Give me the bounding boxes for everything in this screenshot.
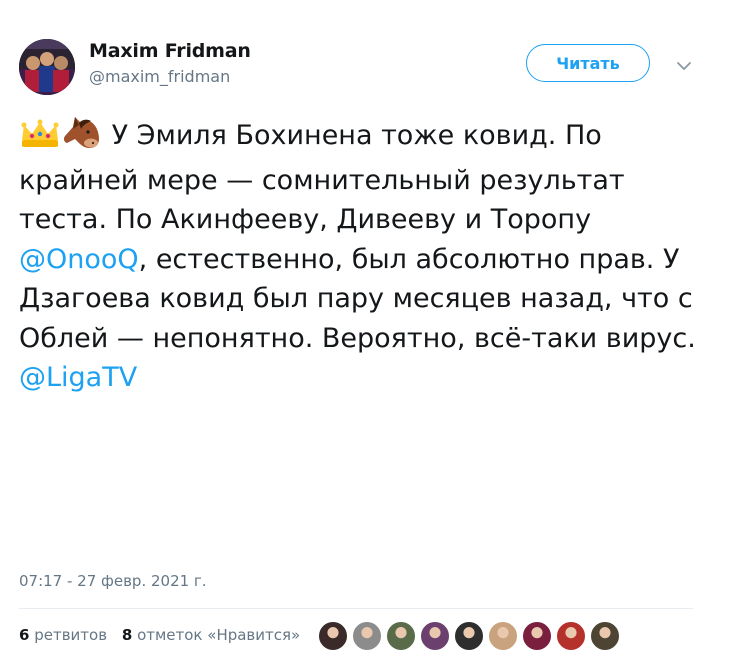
horse-face-emoji bbox=[61, 115, 103, 161]
retweets-label: ретвитов bbox=[34, 626, 108, 644]
liker-avatar[interactable] bbox=[454, 621, 484, 651]
mention-link-ligatv[interactable]: @LigaTV bbox=[19, 362, 137, 393]
author-name[interactable]: Maxim Fridman bbox=[89, 40, 251, 62]
retweets-stat[interactable]: 6 ретвитов bbox=[19, 626, 107, 644]
divider bbox=[19, 608, 693, 609]
tweet-timestamp[interactable]: 07:17 - 27 февр. 2021 г. bbox=[19, 572, 207, 590]
liker-avatar[interactable] bbox=[386, 621, 416, 651]
liker-avatar[interactable] bbox=[590, 621, 620, 651]
liker-avatar[interactable] bbox=[420, 621, 450, 651]
liker-avatar[interactable] bbox=[318, 621, 348, 651]
tweet-stats: 6 ретвитов 8 отметок «Нравится» bbox=[19, 626, 310, 644]
liker-avatar[interactable] bbox=[556, 621, 586, 651]
chevron-down-icon[interactable] bbox=[674, 56, 694, 76]
author-handle[interactable]: @maxim_fridman bbox=[89, 67, 230, 86]
retweets-count: 6 bbox=[19, 626, 30, 644]
likes-label: отметок «Нравится» bbox=[137, 626, 301, 644]
liker-avatar[interactable] bbox=[522, 621, 552, 651]
mention-link-onooq[interactable]: @OnooQ bbox=[19, 244, 139, 275]
author-avatar[interactable] bbox=[19, 39, 75, 95]
avatar-image bbox=[19, 39, 75, 95]
tweet-text: У Эмиля Бохинена тоже ковид. По крайней … bbox=[19, 115, 719, 398]
likes-stat[interactable]: 8 отметок «Нравится» bbox=[122, 626, 300, 644]
tweet-text-part-1: У Эмиля Бохинена тоже ковид. По крайней … bbox=[19, 120, 625, 235]
follow-button[interactable]: Читать bbox=[526, 44, 650, 82]
crown-emoji bbox=[19, 119, 61, 161]
likes-count: 8 bbox=[121, 626, 133, 644]
liker-avatars bbox=[318, 621, 624, 653]
liker-avatar[interactable] bbox=[488, 621, 518, 651]
liker-avatar[interactable] bbox=[352, 621, 382, 651]
